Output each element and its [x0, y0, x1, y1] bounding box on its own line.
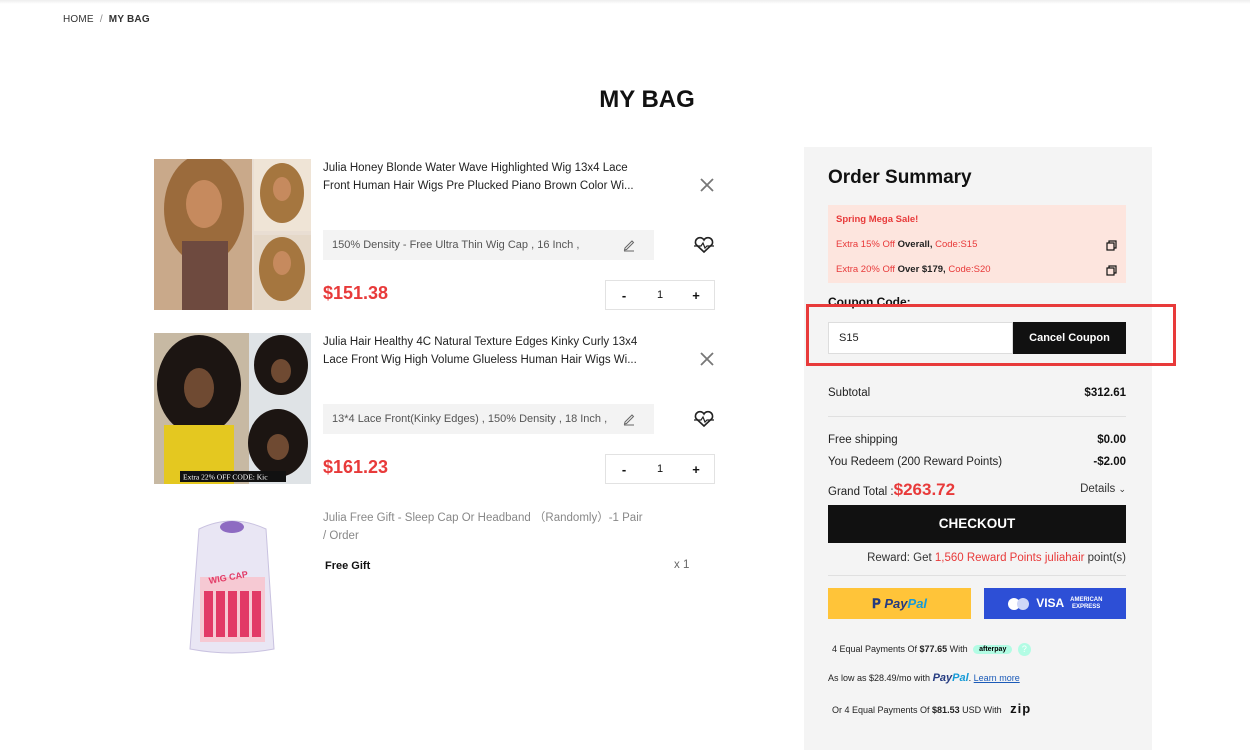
help-icon[interactable]: ? [1017, 643, 1031, 656]
qty-value[interactable]: 1 [642, 289, 678, 301]
heart-icon[interactable] [693, 236, 715, 254]
order-summary-title: Order Summary [828, 167, 972, 188]
gift-quantity: x 1 [674, 559, 690, 571]
variant-text: 150% Density - Free Ultra Thin Wig Cap ,… [332, 239, 580, 251]
gift-title: Julia Free Gift - Sleep Cap Or Headband … [323, 512, 643, 542]
card-payment-button[interactable]: VISA AMERICAN EXPRESS [984, 588, 1126, 619]
order-summary-panel: Order Summary Spring Mega Sale! Extra 15… [804, 147, 1152, 750]
edit-icon[interactable] [622, 238, 636, 252]
promo-headline: Spring Mega Sale! [836, 214, 919, 225]
close-icon[interactable] [698, 176, 716, 194]
close-icon[interactable] [698, 350, 716, 368]
cancel-coupon-button[interactable]: Cancel Coupon [1013, 322, 1126, 354]
edit-icon[interactable] [622, 412, 636, 426]
product-title[interactable]: Julia Hair Healthy 4C Natural Texture Ed… [323, 333, 653, 369]
shipping-value: $0.00 [1097, 434, 1126, 446]
divider [828, 416, 1126, 417]
divider [828, 575, 1126, 576]
shipping-row: Free shipping $0.00 [828, 434, 1126, 446]
subtotal-value: $312.61 [1084, 387, 1126, 399]
chevron-down-icon: ⌄ [1118, 484, 1126, 494]
product-image[interactable]: Extra 22% OFF CODE: Kic [154, 333, 311, 484]
paypal-icon: 𝐏 [871, 596, 881, 611]
paypal-button[interactable]: 𝐏 PayPal [828, 588, 971, 619]
grand-total-value: $263.72 [893, 480, 956, 499]
product-price: $151.38 [323, 283, 389, 303]
gift-item: WIG CAP Julia Free Gift - Sleep Cap Or H… [154, 509, 716, 657]
redeem-row: You Redeem (200 Reward Points) -$2.00 [828, 456, 1126, 468]
zip-logo: zip [1010, 701, 1032, 716]
page-title: MY BAG [599, 86, 695, 113]
gift-image: WIG CAP [154, 509, 311, 660]
reward-text: Reward: Get 1,560 Reward Points juliahai… [867, 552, 1126, 564]
paypal-logo: PayPal [932, 672, 969, 684]
cart-item: Extra 22% OFF CODE: Kic Julia Hair Healt… [154, 333, 716, 484]
image-promo-text: Extra 22% OFF CODE: Kic [183, 473, 268, 482]
qty-increase-button[interactable]: + [678, 288, 714, 303]
grand-total-row: Grand Total :$263.72 Details ⌄ [828, 480, 1126, 500]
qty-value[interactable]: 1 [642, 463, 678, 475]
breadcrumb-current: MY BAG [108, 14, 150, 25]
checkout-button[interactable]: CHECKOUT [828, 505, 1126, 543]
qty-decrease-button[interactable]: - [606, 462, 642, 477]
promo-box: Spring Mega Sale! Extra 15% Off Overall,… [828, 205, 1126, 283]
product-title[interactable]: Julia Honey Blonde Water Wave Highlighte… [323, 159, 653, 195]
copy-icon[interactable] [1106, 265, 1117, 276]
quantity-stepper: - 1 + [605, 280, 715, 310]
subtotal-label: Subtotal [828, 387, 871, 399]
gift-label: Free Gift [325, 560, 371, 572]
heart-icon[interactable] [693, 410, 715, 428]
breadcrumb-home[interactable]: HOME [63, 14, 94, 25]
redeem-label: You Redeem (200 Reward Points) [828, 456, 1003, 468]
learn-more-link[interactable]: Learn more [974, 673, 1020, 683]
grand-total-label: Grand Total : [828, 486, 894, 498]
promo-line-1: Extra 15% Off Overall, Code:S15 [836, 239, 978, 250]
details-toggle[interactable]: Details ⌄ [1080, 483, 1126, 495]
redeem-value: -$2.00 [1093, 456, 1126, 468]
promo-line-2: Extra 20% Off Over $179, Code:S20 [836, 264, 991, 275]
copy-icon[interactable] [1106, 240, 1117, 251]
cart-item: Julia Honey Blonde Water Wave Highlighte… [154, 159, 716, 310]
variant-text: 13*4 Lace Front(Kinky Edges) , 150% Dens… [332, 413, 608, 425]
quantity-stepper: - 1 + [605, 454, 715, 484]
breadcrumb: HOME / MY BAG [63, 14, 150, 25]
qty-decrease-button[interactable]: - [606, 288, 642, 303]
zip-line: Or 4 Equal Payments Of $81.53 USD With z… [832, 701, 1032, 716]
paypal-installment-line: As low as $28.49/mo with PayPal. Learn m… [828, 672, 1020, 684]
variant-selector[interactable]: 13*4 Lace Front(Kinky Edges) , 150% Dens… [323, 404, 654, 434]
coupon-input[interactable]: S15 [828, 322, 1013, 354]
afterpay-logo: afterpay [973, 645, 1013, 654]
mastercard-icon [1007, 597, 1030, 610]
amex-label: AMERICAN EXPRESS [1070, 596, 1103, 610]
afterpay-line: 4 Equal Payments Of $77.65 With afterpay… [832, 643, 1031, 656]
subtotal-row: Subtotal $312.61 [828, 387, 1126, 399]
shipping-label: Free shipping [828, 434, 898, 446]
qty-increase-button[interactable]: + [678, 462, 714, 477]
breadcrumb-separator: / [99, 14, 103, 25]
product-image[interactable] [154, 159, 311, 310]
product-price: $161.23 [323, 457, 389, 477]
coupon-label: Coupon Code: [828, 295, 911, 309]
top-shadow [0, 0, 1250, 4]
variant-selector[interactable]: 150% Density - Free Ultra Thin Wig Cap ,… [323, 230, 654, 260]
